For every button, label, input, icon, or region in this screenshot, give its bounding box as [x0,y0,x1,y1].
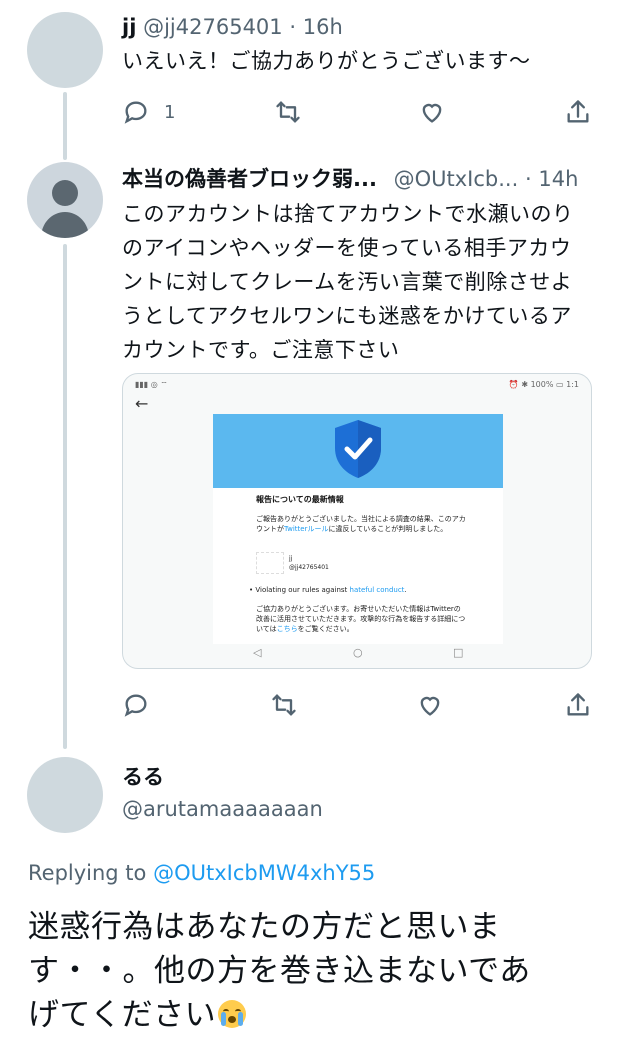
tweet-text: いえいえ！ご協力ありがとうございます〜 [122,49,531,73]
tweet-actions [122,685,592,725]
handle[interactable]: @arutamaaaaaaan [122,797,323,821]
default-profile-icon [41,180,89,238]
handle[interactable]: @jj42765401 [143,15,283,39]
violation-bullet: • Violating our rules against hateful co… [249,586,407,594]
nav-home-icon: ○ [353,646,363,659]
display-name[interactable]: 本当の偽善者ブロック弱... [122,167,377,191]
report-title: 報告についての最新情報 [256,495,344,504]
tweet-text-line: のアイコンやヘッダーを使っている相手アカウ [122,236,572,260]
timestamp[interactable]: 16h [303,15,343,39]
like-button[interactable] [416,685,444,725]
tweet-text-line: このアカウントは捨てアカウントで水瀬いのり [122,202,574,226]
report-update-screen: 報告についての最新情報 ご報告ありがとうございました。当社による調査の結果、この… [213,414,503,644]
main-tweet-text: 迷惑行為はあなたの方だと思いま す・・。他の方を巻き込まないであ げてください [28,905,588,1037]
avatar-default[interactable] [27,162,103,238]
reply-count: 1 [164,101,176,123]
nav-recents-icon: □ [453,646,464,659]
shield-check-icon [335,420,381,478]
signal-icon: ▮▮▮ ◎ ⌔ [135,380,168,389]
tweet-header: jj @jj42765401 · 16h [122,12,343,42]
retweet-icon [272,694,296,716]
report-body: ご報告ありがとうございました。当社による調査の結果、このアカウントがTwitte… [256,515,466,533]
share-icon [567,100,589,123]
separator: · [289,15,297,39]
share-button[interactable] [564,92,592,132]
timestamp[interactable]: 14h [538,167,578,191]
report-banner [213,414,503,488]
tweet-text-line: す・・。他の方を巻き込まないであ [28,953,531,989]
main-handle-row: @arutamaaaaaaan [122,794,323,824]
back-arrow-icon: ← [135,394,149,413]
reported-user: jj @jj42765401 [289,555,329,571]
twitter-rules-link: Twitterルール [284,525,329,533]
retweet-button[interactable] [274,92,302,132]
report-thanks: ご協力ありがとうございます。お寄せいただいた情報はTwitterの改善に活用させ… [256,605,466,633]
display-name[interactable]: jj [122,15,136,39]
replying-to: Replying to @OUtxIcbMW4xhY55 [28,861,376,885]
reply-icon [124,694,147,717]
share-icon [567,693,589,716]
phone-nav-bar: ◁ ○ □ [123,644,591,664]
tweet-header: 本当の偽善者ブロック弱... @OUtxIcb... · 14h [122,164,578,194]
tweet-text-line: 迷惑行為はあなたの方だと思いま [28,909,501,945]
heart-icon [422,103,442,123]
retweet-button[interactable] [270,685,298,725]
thread-line [63,244,67,749]
reported-tweet-thumbnail [256,552,284,574]
retweet-icon [276,101,300,123]
handle[interactable]: @OUtxIcb... [394,167,519,191]
display-name[interactable]: るる [122,765,164,789]
avatar[interactable] [27,12,103,88]
like-button[interactable] [418,92,446,132]
avatar[interactable] [27,757,103,833]
tweet-text-line: げてください [28,993,588,1037]
separator: · [524,167,532,191]
reply-button[interactable]: 1 [122,92,175,132]
attached-image[interactable]: ▮▮▮ ◎ ⌔ ⏰ ✱ 100% ▭ 1:1 ← 報告についての最新情報 ご報告… [122,373,592,669]
tweet-text: このアカウントは捨てアカウントで水瀬いのり のアイコンやヘッダーを使っている相手… [122,197,597,367]
reply-icon [124,101,147,124]
loudly-crying-face-icon [218,1000,247,1028]
nav-back-icon: ◁ [253,646,262,659]
thread-line [63,92,67,160]
heart-icon [420,696,440,716]
tweet-text-line: カウントです。ご注意下さい [122,338,400,362]
reply-button[interactable] [122,685,150,725]
mention-link[interactable]: @OUtxIcbMW4xhY55 [153,861,375,885]
phone-status-bar: ▮▮▮ ◎ ⌔ ⏰ ✱ 100% ▭ 1:1 [135,380,579,392]
tweet-actions: 1 [122,92,592,132]
tweet-text-line: うとしてアクセルワンにも迷惑をかけているア [122,304,572,328]
battery-status: ⏰ ✱ 100% ▭ 1:1 [508,380,579,389]
tweet-text-line: ントに対してクレームを汚い言葉で削除させよ [122,270,573,294]
main-display-name: るる [122,762,164,792]
share-button[interactable] [564,685,592,725]
